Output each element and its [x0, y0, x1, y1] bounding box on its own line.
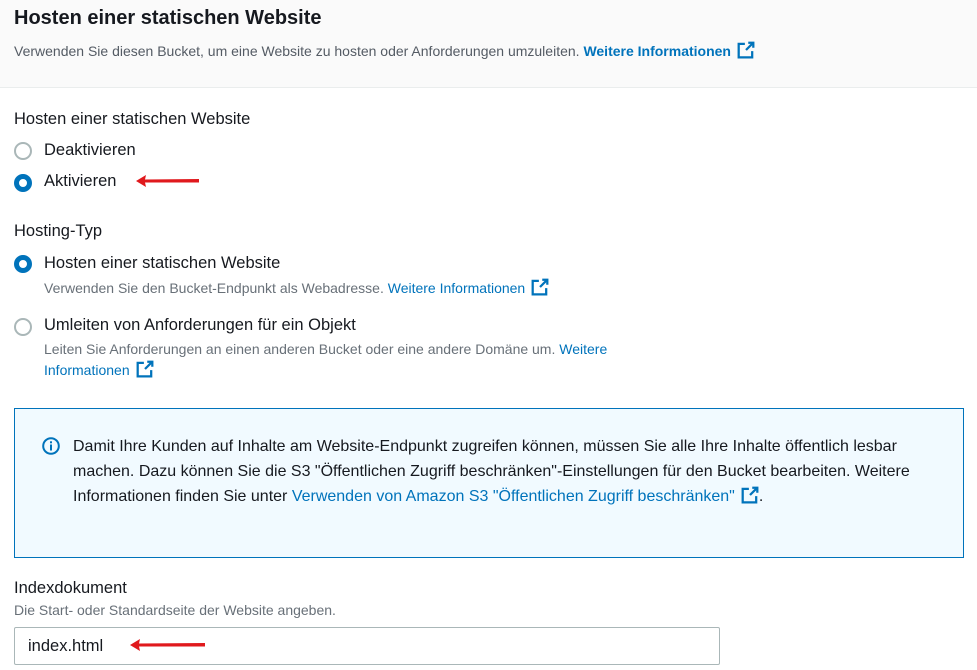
radio-enable[interactable]: [14, 174, 32, 192]
index-document-label: Indexdokument: [14, 579, 127, 597]
annotation-arrow: [130, 639, 205, 651]
more-info-link-label: Weitere Informationen: [583, 43, 731, 59]
redirect-more-info-link-part1[interactable]: Weitere: [559, 341, 607, 357]
external-link-icon: [741, 486, 759, 504]
info-text: Damit Ihre Kunden auf Inhalte am Website…: [73, 434, 953, 509]
redirect-more-info-link[interactable]: Informationen: [44, 360, 154, 378]
host-static-more-info-link-label: Weitere Informationen: [387, 280, 526, 296]
radio-host-static[interactable]: [14, 255, 32, 273]
section-description: Verwenden Sie diesen Bucket, um eine Web…: [14, 41, 755, 59]
radio-enable-label[interactable]: Aktivieren: [44, 172, 116, 191]
redirect-more-info-link-label: Informationen: [44, 361, 130, 378]
hosting-type-label: Hosting-Typ: [14, 222, 103, 240]
radio-host-static-description: Verwenden Sie den Bucket-Endpunkt als We…: [44, 278, 549, 299]
section-description-text: Verwenden Sie diesen Bucket, um eine Web…: [14, 43, 580, 59]
block-public-access-link[interactable]: Verwenden von Amazon S3 "Öffentlichen Zu…: [291, 486, 759, 505]
annotation-arrow: [136, 175, 199, 187]
radio-host-static-label[interactable]: Hosten einer statischen Website: [44, 254, 280, 273]
info-alert: Damit Ihre Kunden auf Inhalte am Website…: [14, 408, 964, 558]
section-title: Hosten einer statischen Website: [14, 7, 322, 29]
index-document-description: Die Start- oder Standardseite der Websit…: [14, 602, 336, 618]
radio-disable[interactable]: [14, 142, 32, 160]
section-header: Hosten einer statischen Website Verwende…: [0, 0, 977, 88]
external-link-icon: [737, 41, 755, 59]
static-hosting-label: Hosten einer statischen Website: [14, 110, 251, 128]
external-link-icon: [136, 360, 154, 377]
info-icon: [42, 437, 60, 455]
radio-host-static-description-text: Verwenden Sie den Bucket-Endpunkt als We…: [44, 280, 384, 296]
block-public-access-link-label: Verwenden von Amazon S3 "Öffentlichen Zu…: [291, 488, 735, 505]
radio-redirect-description-text: Leiten Sie Anforderungen an einen andere…: [44, 341, 556, 357]
host-static-more-info-link[interactable]: Weitere Informationen: [387, 278, 549, 296]
info-text-suffix: .: [758, 488, 764, 505]
index-document-input[interactable]: [14, 627, 720, 665]
external-link-icon: [531, 278, 549, 296]
more-info-link[interactable]: Weitere Informationen: [583, 41, 755, 59]
radio-disable-label[interactable]: Deaktivieren: [44, 141, 136, 160]
radio-redirect[interactable]: [14, 318, 32, 336]
radio-redirect-description: Leiten Sie Anforderungen an einen andere…: [44, 339, 684, 380]
radio-redirect-label[interactable]: Umleiten von Anforderungen für ein Objek…: [44, 316, 356, 335]
